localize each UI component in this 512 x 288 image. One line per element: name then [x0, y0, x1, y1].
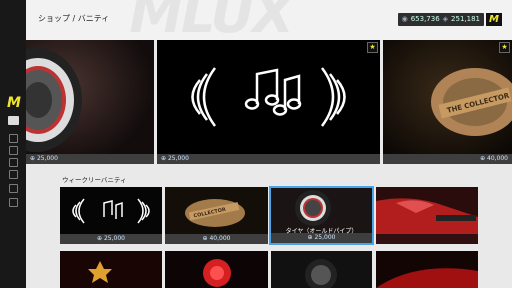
sidebar-events-icon[interactable]: [9, 158, 18, 167]
red-burst-thumb: [203, 259, 231, 287]
currency-b-value: 251,181: [451, 15, 480, 23]
collector-emblem-thumb: COLLECTOR: [185, 199, 245, 227]
collector-emblem-illustration: THE COLLECTOR: [383, 40, 512, 154]
featured-card-music-horn[interactable]: ★ ⊕ 25,000: [157, 40, 380, 164]
music-horn-thumb: [72, 198, 150, 224]
currency-box: ◉ 653,736 ◈ 251,181: [397, 13, 484, 26]
sidebar-shop-icon[interactable]: [8, 116, 19, 125]
red-car-thumb-2: [376, 268, 478, 288]
weekly-card-red-car[interactable]: [376, 187, 478, 244]
sidebar-settings-icon[interactable]: [9, 184, 18, 193]
premium-star-icon: ★: [499, 42, 510, 53]
brand-logo: M: [7, 95, 21, 111]
featured-card-tire[interactable]: ⊕ 25,000: [26, 40, 154, 164]
weekly-card-collector[interactable]: COLLECTOR ⊕ 40,000: [165, 187, 268, 244]
sidebar-garage-icon[interactable]: [9, 146, 18, 155]
featured-price: ⊕ 25,000: [26, 154, 154, 164]
featured-price: ⊕ 25,000: [157, 154, 380, 164]
tire-thumb-2: [305, 259, 337, 288]
header-brand-logo: M: [486, 13, 502, 26]
card-row3-3[interactable]: [271, 251, 372, 288]
featured-price: ⊕ 40,000: [383, 154, 512, 164]
red-star-thumb: [60, 251, 162, 288]
card-row3-1[interactable]: [60, 251, 162, 288]
header: MLUX ショップ / バニティ ◉ 653,736 ◈ 251,181 M: [26, 0, 512, 40]
weekly-price: ⊕ 40,000: [165, 234, 268, 244]
red-car-thumb: [376, 187, 478, 234]
currency-display: ◉ 653,736 ◈ 251,181 M: [397, 13, 502, 26]
weekly-card-music-horn[interactable]: ⊕ 25,000: [60, 187, 162, 244]
currency-a-value: 653,736: [410, 15, 440, 23]
weekly-price: ⊕ 25,000: [60, 234, 162, 244]
sidebar-more-icon[interactable]: [9, 198, 18, 207]
weekly-section-title: ウィークリーバニティ: [62, 176, 127, 184]
featured-card-collector[interactable]: THE COLLECTOR ★ ⊕ 40,000: [383, 40, 512, 164]
selected-item-name: タイヤ（オールドパイプ）: [285, 228, 358, 235]
credit-icon: ◉: [401, 15, 408, 23]
premium-star-icon: ★: [367, 42, 378, 53]
card-row3-2[interactable]: [165, 251, 268, 288]
card-row3-4[interactable]: [376, 251, 478, 288]
page-title: ショップ / バニティ: [38, 14, 110, 23]
gem-icon: ◈: [442, 15, 449, 23]
sidebar-home-icon[interactable]: [9, 134, 18, 143]
music-horn-illustration: [191, 67, 346, 127]
header-watermark: MLUX: [129, 0, 294, 40]
sidebar: M: [0, 0, 26, 288]
sidebar-profile-icon[interactable]: [9, 170, 18, 179]
tire-illustration: [26, 40, 154, 154]
